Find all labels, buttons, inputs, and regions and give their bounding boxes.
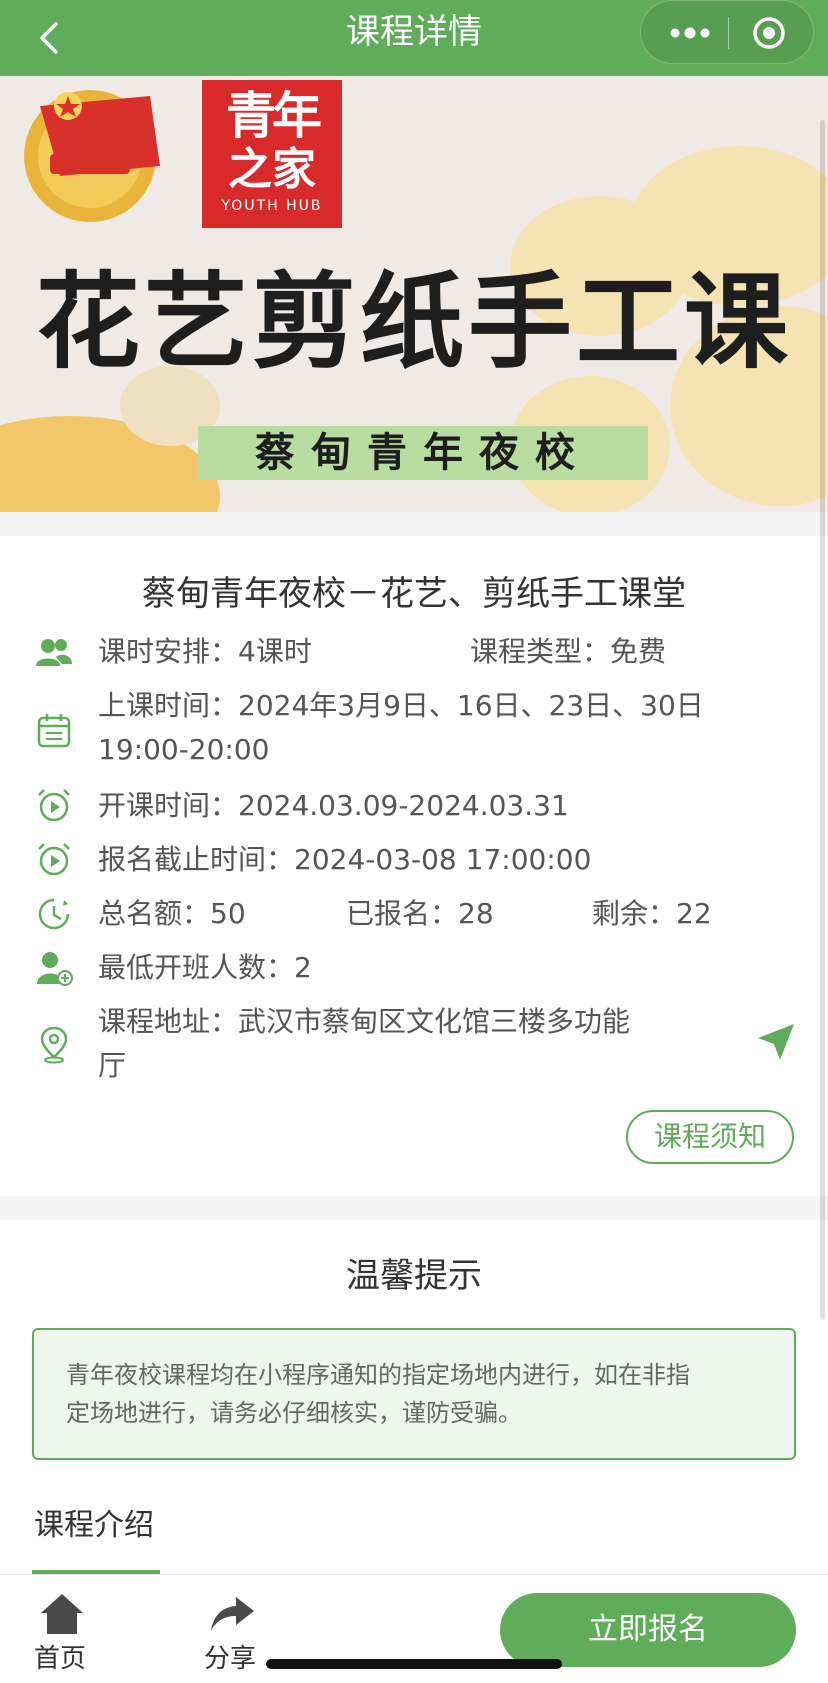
quota-text: 总名额：50	[98, 897, 246, 930]
signed-text: 已报名：28	[346, 897, 494, 930]
alarm-clock-icon	[38, 843, 70, 876]
class-time-hours: 19:00-20:00	[98, 733, 270, 766]
home-indicator	[266, 1659, 562, 1669]
share-arrow-icon	[211, 1597, 254, 1631]
course-notice-button[interactable]: 课程须知	[626, 1110, 794, 1164]
scrollbar[interactable]	[820, 120, 825, 1320]
course-banner: 青年 之家 YOUTH HUB 花艺剪纸手工课 蔡甸青年夜校	[0, 76, 828, 512]
home-label: 首页	[34, 1644, 87, 1674]
class-time-text: 上课时间：2024年3月9日、16日、23日、30日	[98, 689, 704, 722]
remaining-text: 剩余：22	[592, 897, 712, 930]
address-text: 课程地址：武汉市蔡甸区文化馆三楼多功能	[98, 1005, 631, 1038]
start-text: 开课时间：2024.03.09-2024.03.31	[98, 789, 569, 822]
close-mini-program-button[interactable]	[751, 15, 787, 51]
min-text: 最低开班人数：2	[98, 951, 312, 984]
location-pin-icon	[40, 1026, 68, 1064]
target-circle-icon	[753, 17, 785, 49]
alarm-clock-icon	[38, 789, 70, 822]
tab-course-intro[interactable]: 课程介绍	[34, 1504, 154, 1548]
capsule-divider	[728, 17, 729, 49]
type-text: 课程类型：免费	[470, 635, 667, 668]
tip-heading: 温馨提示	[346, 1256, 482, 1296]
home-icon	[41, 1594, 83, 1634]
bottom-action-bar: 首页 分享 立即报名	[0, 1575, 828, 1683]
more-dots-icon	[670, 27, 710, 39]
clock-icon	[38, 898, 70, 930]
section-gap	[0, 512, 828, 536]
tip-line: 定场地进行，请务必仔细核实，谨防受骗。	[66, 1399, 522, 1427]
youth-hub-logo: 青年 之家 YOUTH HUB	[202, 80, 342, 228]
calendar-icon	[37, 714, 71, 748]
mini-program-capsule	[640, 0, 814, 64]
banner-title: 花艺剪纸手工课	[35, 261, 792, 383]
course-title: 蔡甸青年夜校－花艺、剪纸手工课堂	[142, 574, 686, 614]
navigation-arrow-icon[interactable]	[754, 1020, 798, 1064]
section-gap	[0, 1196, 828, 1220]
people-group-icon	[36, 639, 72, 666]
user-add-icon	[37, 952, 73, 986]
hours-text: 课时安排：4课时	[98, 635, 312, 668]
nav-bar: 课程详情	[0, 0, 828, 76]
tip-box: 青年夜校课程均在小程序通知的指定场地内进行，如在非指 定场地进行，请务必仔细核实…	[32, 1328, 796, 1460]
deadline-text: 报名截止时间：2024-03-08 17:00:00	[98, 843, 592, 876]
share-label: 分享	[204, 1644, 257, 1674]
banner-subtitle: 蔡甸青年夜校	[198, 426, 648, 480]
address-line2: 厅	[98, 1049, 127, 1082]
more-button[interactable]	[667, 19, 717, 47]
tip-line: 青年夜校课程均在小程序通知的指定场地内进行，如在非指	[66, 1361, 690, 1389]
league-emblem-logo	[24, 90, 160, 222]
signup-button[interactable]: 立即报名	[500, 1593, 796, 1667]
